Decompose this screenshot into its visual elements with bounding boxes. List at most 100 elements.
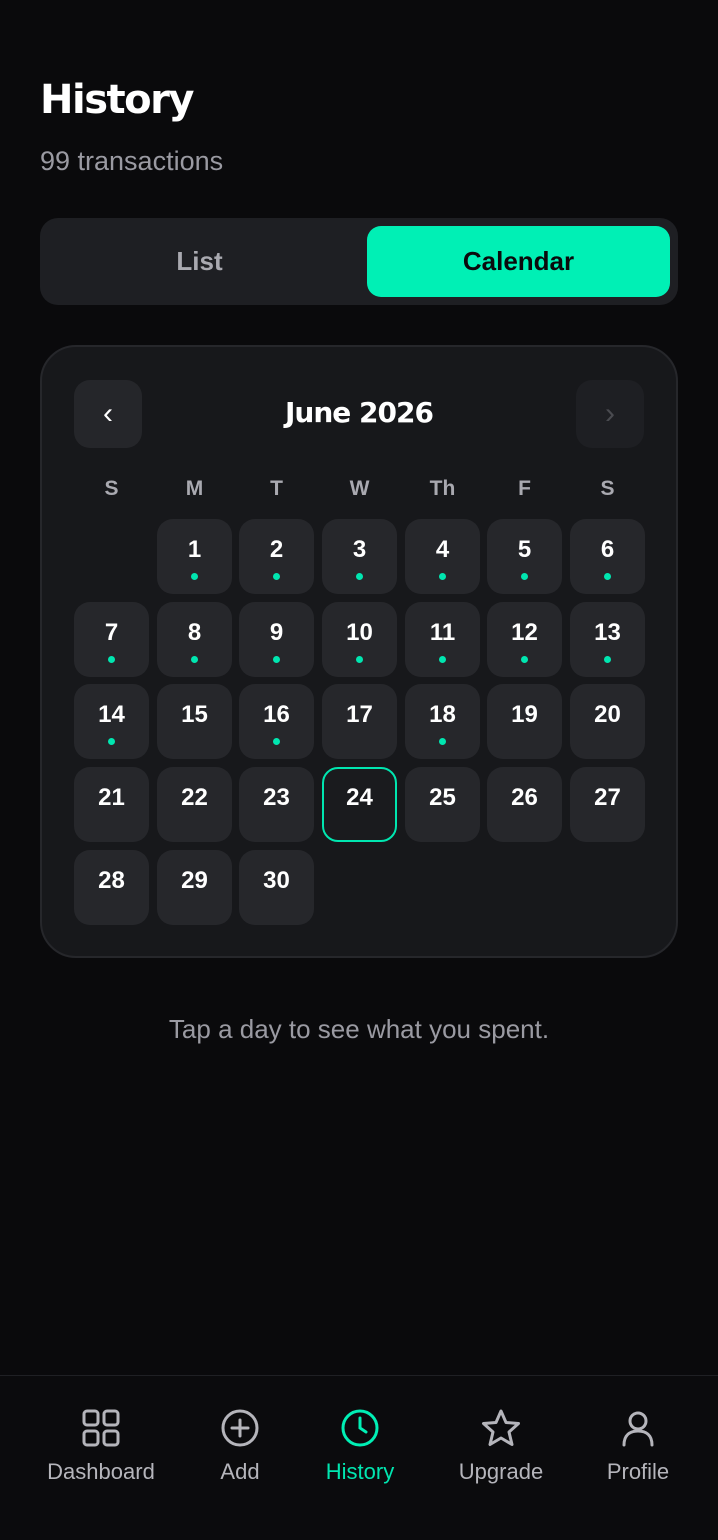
calendar-day[interactable]: 27 (570, 767, 645, 842)
day-number: 15 (181, 701, 208, 728)
spending-indicator-dot (439, 656, 446, 663)
weekday-label: S (600, 477, 615, 500)
calendar-day[interactable]: 8 (157, 602, 232, 677)
calendar-day[interactable]: 9 (239, 602, 314, 677)
nav-item-history[interactable]: History (290, 1404, 430, 1504)
day-number: 4 (435, 536, 450, 563)
calendar-hint: Tap a day to see what you spent. (168, 1014, 550, 1044)
spending-indicator-dot (273, 573, 280, 580)
nav-label: Add (220, 1459, 260, 1484)
day-number: 23 (263, 784, 290, 811)
calendar-day[interactable]: 30 (239, 850, 314, 925)
day-number: 6 (600, 536, 615, 563)
calendar-day[interactable]: 26 (487, 767, 562, 842)
day-number: 1 (187, 536, 202, 563)
calendar-day[interactable]: 20 (570, 684, 645, 759)
calendar-day[interactable]: 23 (239, 767, 314, 842)
calendar-day[interactable]: 18 (405, 684, 480, 759)
weekday-label: S (104, 477, 119, 500)
day-number: 5 (517, 536, 532, 563)
day-number: 26 (511, 784, 538, 811)
day-number: 10 (346, 619, 373, 646)
calendar-day[interactable]: 17 (322, 684, 397, 759)
calendar-day[interactable]: 4 (405, 519, 480, 594)
spending-indicator-dot (273, 738, 280, 745)
day-number: 28 (98, 867, 125, 894)
list-view-button[interactable]: List (48, 226, 351, 297)
day-number: 16 (263, 701, 290, 728)
calendar-day[interactable]: 22 (157, 767, 232, 842)
day-number: 8 (187, 619, 202, 646)
weekday-label: T (270, 477, 283, 500)
spending-indicator-dot (191, 573, 198, 580)
weekday-label: F (518, 477, 531, 500)
calendar-day[interactable]: 25 (405, 767, 480, 842)
nav-label: History (325, 1459, 395, 1484)
calendar-card: ‹ June 2026 › S M T W Th F S 1 2 3 4 5 6 7 8 9 10 11 12 13 1… (40, 345, 678, 958)
day-number: 27 (594, 784, 621, 811)
day-number: 21 (98, 784, 125, 811)
spending-indicator-dot (273, 656, 280, 663)
calendar-day[interactable]: 12 (487, 602, 562, 677)
chevron-right-icon: › (605, 397, 615, 430)
calendar-day[interactable]: 28 (74, 850, 149, 925)
day-number: 3 (352, 536, 367, 563)
nav-label: Dashboard (47, 1459, 155, 1484)
calendar-day[interactable]: 3 (322, 519, 397, 594)
nav-item-upgrade[interactable]: Upgrade (431, 1404, 571, 1504)
transaction-count: 99 transactions (40, 146, 224, 176)
calendar-day[interactable]: 5 (487, 519, 562, 594)
day-number: 29 (181, 867, 208, 894)
spending-indicator-dot (108, 738, 115, 745)
calendar-day[interactable]: 15 (157, 684, 232, 759)
day-number: 9 (269, 619, 284, 646)
nav-label: Profile (606, 1459, 670, 1484)
day-number: 18 (429, 701, 456, 728)
calendar-day[interactable]: 2 (239, 519, 314, 594)
day-number: 19 (511, 701, 538, 728)
spending-indicator-dot (191, 656, 198, 663)
calendar-view-button[interactable]: Calendar (367, 226, 670, 297)
day-number: 22 (181, 784, 208, 811)
weekday-label: Th (429, 477, 456, 500)
nav-item-add[interactable]: Add (170, 1404, 310, 1504)
calendar-day[interactable]: 11 (405, 602, 480, 677)
spending-indicator-dot (604, 656, 611, 663)
spending-indicator-dot (356, 656, 363, 663)
weekday-label: W (349, 477, 370, 500)
day-number: 25 (429, 784, 456, 811)
calendar-day[interactable]: 6 (570, 519, 645, 594)
day-number: 24 (346, 784, 373, 811)
next-month-button[interactable]: › (576, 380, 644, 448)
calendar-day[interactable]: 21 (74, 767, 149, 842)
spending-indicator-dot (356, 573, 363, 580)
day-number: 14 (98, 701, 125, 728)
day-number: 30 (263, 867, 290, 894)
bottom-nav: Dashboard Add History Upgrade Profile (0, 1375, 718, 1540)
spending-indicator-dot (521, 573, 528, 580)
day-number: 20 (594, 701, 621, 728)
nav-label: Upgrade (458, 1459, 544, 1484)
day-number: 7 (104, 619, 119, 646)
nav-item-profile[interactable]: Profile (568, 1404, 708, 1504)
spending-indicator-dot (439, 738, 446, 745)
day-number: 12 (511, 619, 538, 646)
calendar-day[interactable]: 19 (487, 684, 562, 759)
calendar-day[interactable]: 24 (322, 767, 397, 842)
calendar-day[interactable]: 16 (239, 684, 314, 759)
calendar-day[interactable]: 7 (74, 602, 149, 677)
calendar-day[interactable]: 29 (157, 850, 232, 925)
calendar-day[interactable]: 14 (74, 684, 149, 759)
calendar-day[interactable]: 10 (322, 602, 397, 677)
spending-indicator-dot (604, 573, 611, 580)
calendar-day[interactable]: 13 (570, 602, 645, 677)
day-number: 11 (429, 619, 456, 646)
day-number: 17 (346, 701, 373, 728)
spending-indicator-dot (521, 656, 528, 663)
view-toggle: List Calendar (40, 218, 678, 305)
calendar-day[interactable]: 1 (157, 519, 232, 594)
spending-indicator-dot (439, 573, 446, 580)
spending-indicator-dot (108, 656, 115, 663)
page-title: History (40, 77, 194, 123)
nav-item-dashboard[interactable]: Dashboard (31, 1404, 171, 1504)
